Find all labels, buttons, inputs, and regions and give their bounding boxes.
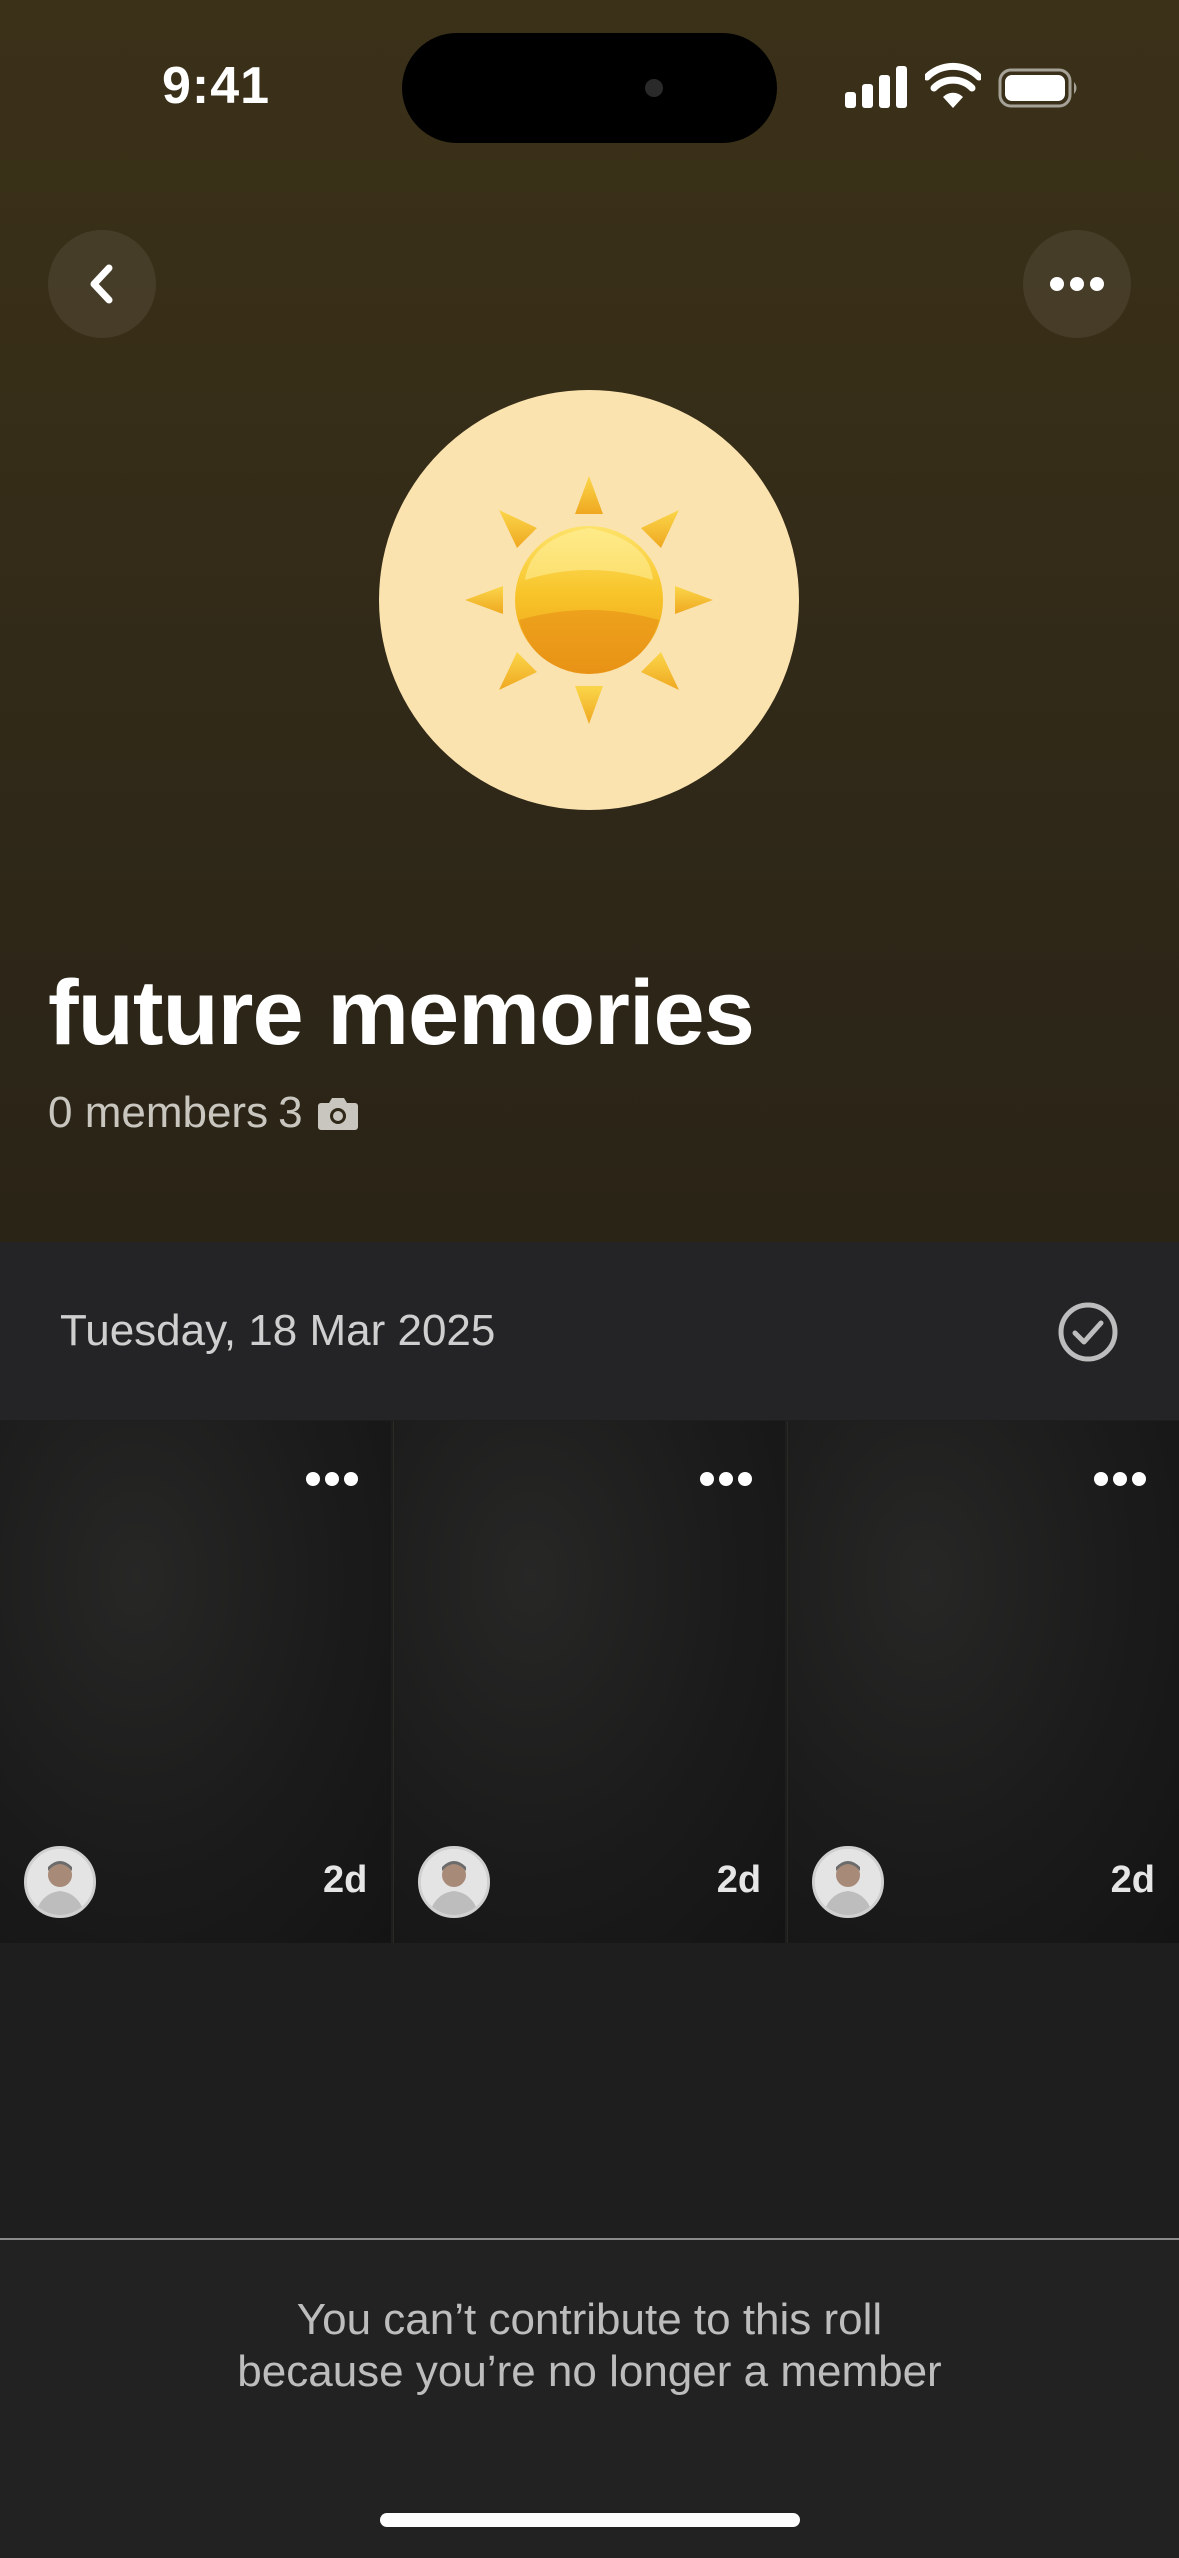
back-button[interactable] xyxy=(48,230,156,338)
battery-icon xyxy=(998,68,1077,108)
ellipsis-icon[interactable] xyxy=(1093,1469,1147,1489)
dynamic-island xyxy=(402,33,777,143)
avatar[interactable] xyxy=(417,1846,490,1918)
photo-grid: 2d 2d 2d xyxy=(0,1421,1179,1943)
avatar[interactable] xyxy=(811,1846,884,1918)
ellipsis-icon xyxy=(1050,277,1104,291)
photo-age: 2d xyxy=(716,1859,762,1901)
photo-count: 3 xyxy=(278,1088,303,1137)
status-time: 9:41 xyxy=(162,57,271,115)
ellipsis-icon[interactable] xyxy=(699,1469,753,1489)
avatar[interactable] xyxy=(24,1846,96,1918)
photo-tile[interactable]: 2d xyxy=(786,1421,1179,1943)
date-section-header: Tuesday, 18 Mar 2025 xyxy=(0,1242,1179,1420)
photo-tile[interactable]: 2d xyxy=(392,1421,786,1943)
roll-title: future memories xyxy=(48,962,755,1064)
notice-text: You can’t contribute to this roll becaus… xyxy=(0,2294,1179,2398)
camera-icon xyxy=(317,1098,358,1130)
notice-line-2: because you’re no longer a member xyxy=(237,2347,942,2396)
photo-tile[interactable]: 2d xyxy=(0,1421,392,1943)
member-count: 0 members xyxy=(48,1088,269,1137)
check-circle-icon[interactable] xyxy=(1056,1300,1120,1364)
photo-age: 2d xyxy=(322,1859,368,1901)
section-date: Tuesday, 18 Mar 2025 xyxy=(60,1306,496,1355)
roll-avatar xyxy=(379,390,799,810)
wifi-icon xyxy=(925,62,981,108)
sun-icon xyxy=(465,476,713,724)
more-options-button[interactable] xyxy=(1023,230,1131,338)
roll-meta: 0 members 3 xyxy=(48,1085,359,1141)
ellipsis-icon[interactable] xyxy=(305,1469,359,1489)
non-member-notice: You can’t contribute to this roll becaus… xyxy=(0,2238,1179,2558)
photo-age: 2d xyxy=(1110,1859,1155,1901)
notice-line-1: You can’t contribute to this roll xyxy=(296,2295,883,2344)
chevron-left-icon xyxy=(90,264,113,304)
home-indicator[interactable] xyxy=(380,2513,800,2527)
cellular-signal-icon xyxy=(845,66,907,108)
